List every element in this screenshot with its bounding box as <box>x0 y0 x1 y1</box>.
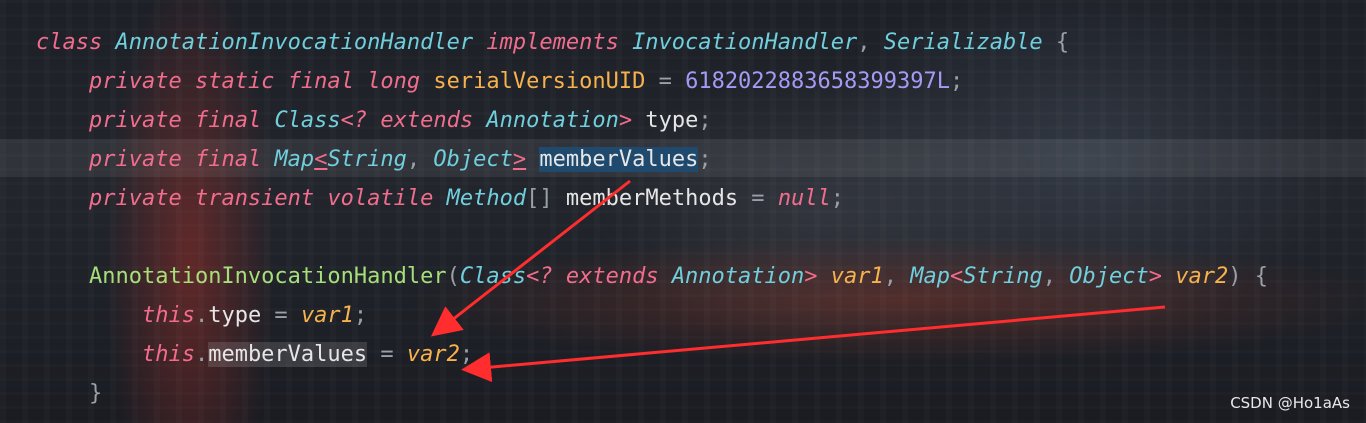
annotation-arrows <box>430 179 1166 383</box>
watermark: CSDN @Ho1aAs <box>1230 394 1350 412</box>
arrow-to-this-membervalues <box>461 305 1166 383</box>
arrow-to-this-type <box>430 179 631 337</box>
code-editor[interactable]: class AnnotationInvocationHandler implem… <box>0 0 1366 423</box>
